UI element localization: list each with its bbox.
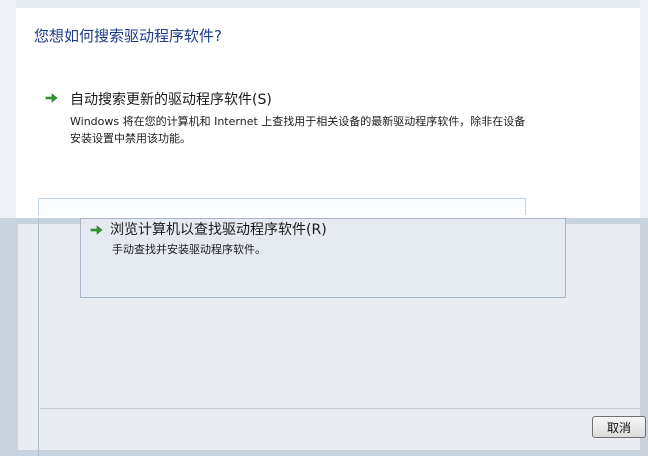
window-frame-top	[0, 0, 648, 8]
browse-computer-option[interactable]: 浏览计算机以查找驱动程序软件(R)	[110, 219, 327, 239]
green-arrow-icon	[44, 91, 58, 105]
window-frame-right	[640, 0, 648, 218]
window-inner-edge	[38, 218, 39, 456]
cancel-button[interactable]: 取消	[592, 416, 646, 438]
green-arrow-icon	[90, 225, 103, 235]
auto-search-description: Windows 将在您的计算机和 Internet 上查找用于相关设备的最新驱动…	[70, 115, 526, 145]
browse-computer-description: 手动查找并安装驱动程序软件。	[112, 243, 266, 256]
footer-divider	[40, 408, 640, 409]
lower-window-area	[0, 218, 648, 456]
window-frame-left	[0, 0, 16, 218]
dialog-question: 您想如何搜索驱动程序软件?	[34, 27, 222, 45]
auto-search-option[interactable]: 自动搜索更新的驱动程序软件(S)	[70, 89, 272, 109]
browse-option-frame-edge	[38, 198, 526, 215]
lower-content-area	[18, 218, 640, 450]
